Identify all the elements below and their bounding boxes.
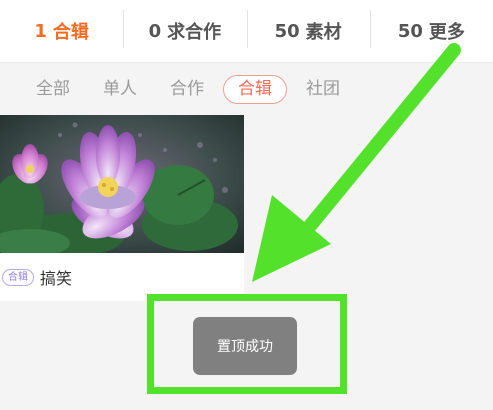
filter-solo[interactable]: 单人 <box>103 80 137 98</box>
collection-card[interactable]: 合辑 搞笑 <box>0 115 244 301</box>
tab-more[interactable]: 50 更多 <box>369 0 493 62</box>
tab-label: 合辑 <box>52 22 89 43</box>
tab-collections[interactable]: 1 合辑 <box>0 0 123 62</box>
tab-count: 1 <box>34 20 47 42</box>
annotation-highlight-box <box>147 294 347 394</box>
filter-bar: 全部 单人 合作 合辑 社团 <box>0 63 493 115</box>
card-title: 搞笑 <box>40 269 73 288</box>
filter-collection[interactable]: 合辑 <box>223 74 287 104</box>
tab-count: 50 <box>397 20 423 42</box>
top-tab-bar: 1 合辑 0 求合作 50 素材 50 更多 <box>0 0 493 63</box>
tab-label: 更多 <box>428 22 465 43</box>
lotus-thumbnail-image <box>0 115 244 253</box>
tab-count: 50 <box>274 20 300 42</box>
tab-label: 求合作 <box>167 22 222 43</box>
tab-materials[interactable]: 50 素材 <box>246 0 370 62</box>
filter-club[interactable]: 社团 <box>306 80 340 98</box>
tab-label: 素材 <box>305 22 342 43</box>
tab-count: 0 <box>148 20 162 42</box>
filter-collab[interactable]: 合作 <box>170 80 204 98</box>
filter-all[interactable]: 全部 <box>36 80 70 98</box>
collection-tag-badge: 合辑 <box>2 268 34 286</box>
tab-seek-collaboration[interactable]: 0 求合作 <box>123 0 246 62</box>
